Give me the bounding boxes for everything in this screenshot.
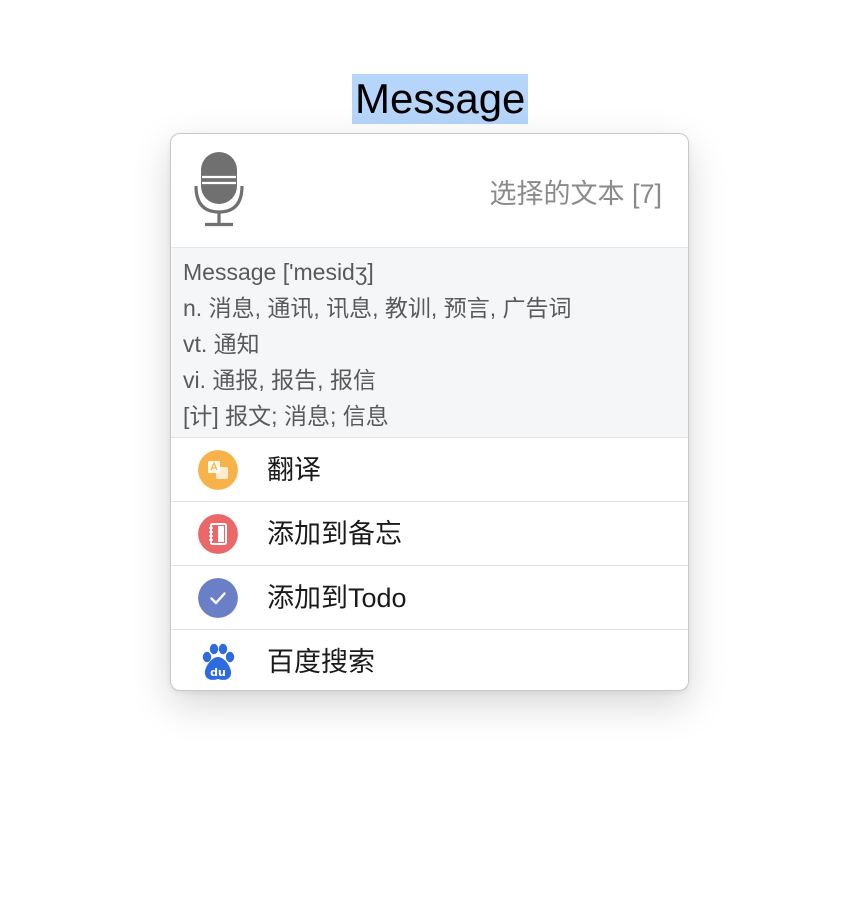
definition-line: [计] 报文; 消息; 信息 (183, 403, 389, 429)
stage: Message 选择的文本 [7] Message ['mesidʒ] n. 消… (0, 0, 858, 922)
checkmark-icon (198, 578, 238, 618)
action-translate[interactable]: 翻译 (171, 438, 688, 502)
action-add-to-todo[interactable]: 添加到Todo (171, 566, 688, 630)
popup-header: 选择的文本 [7] (171, 134, 688, 248)
baidu-icon: du (202, 643, 235, 680)
svg-text:du: du (210, 666, 226, 679)
definitions-panel: Message ['mesidʒ] n. 消息, 通讯, 讯息, 教训, 预言,… (171, 248, 688, 438)
definition-line: vi. 通报, 报告, 报信 (183, 367, 376, 393)
action-label: 百度搜索 (267, 647, 375, 677)
definition-line: Message ['mesidʒ] (183, 259, 374, 285)
action-label: 翻译 (267, 455, 321, 485)
microphone-icon[interactable] (194, 152, 244, 228)
action-label: 添加到Todo (267, 583, 407, 613)
action-label: 添加到备忘 (267, 519, 402, 549)
notebook-icon (198, 514, 238, 554)
definition-line: n. 消息, 通讯, 讯息, 教训, 预言, 广告词 (183, 295, 572, 321)
action-baidu-search[interactable]: du 百度搜索 (171, 630, 688, 690)
action-add-to-memo[interactable]: 添加到备忘 (171, 502, 688, 566)
selected-word[interactable]: Message (352, 74, 529, 124)
selection-info: 选择的文本 [7] (489, 179, 662, 209)
definition-line: vt. 通知 (183, 331, 260, 357)
translate-icon (198, 450, 238, 490)
lookup-popup: 选择的文本 [7] Message ['mesidʒ] n. 消息, 通讯, 讯… (170, 133, 689, 691)
